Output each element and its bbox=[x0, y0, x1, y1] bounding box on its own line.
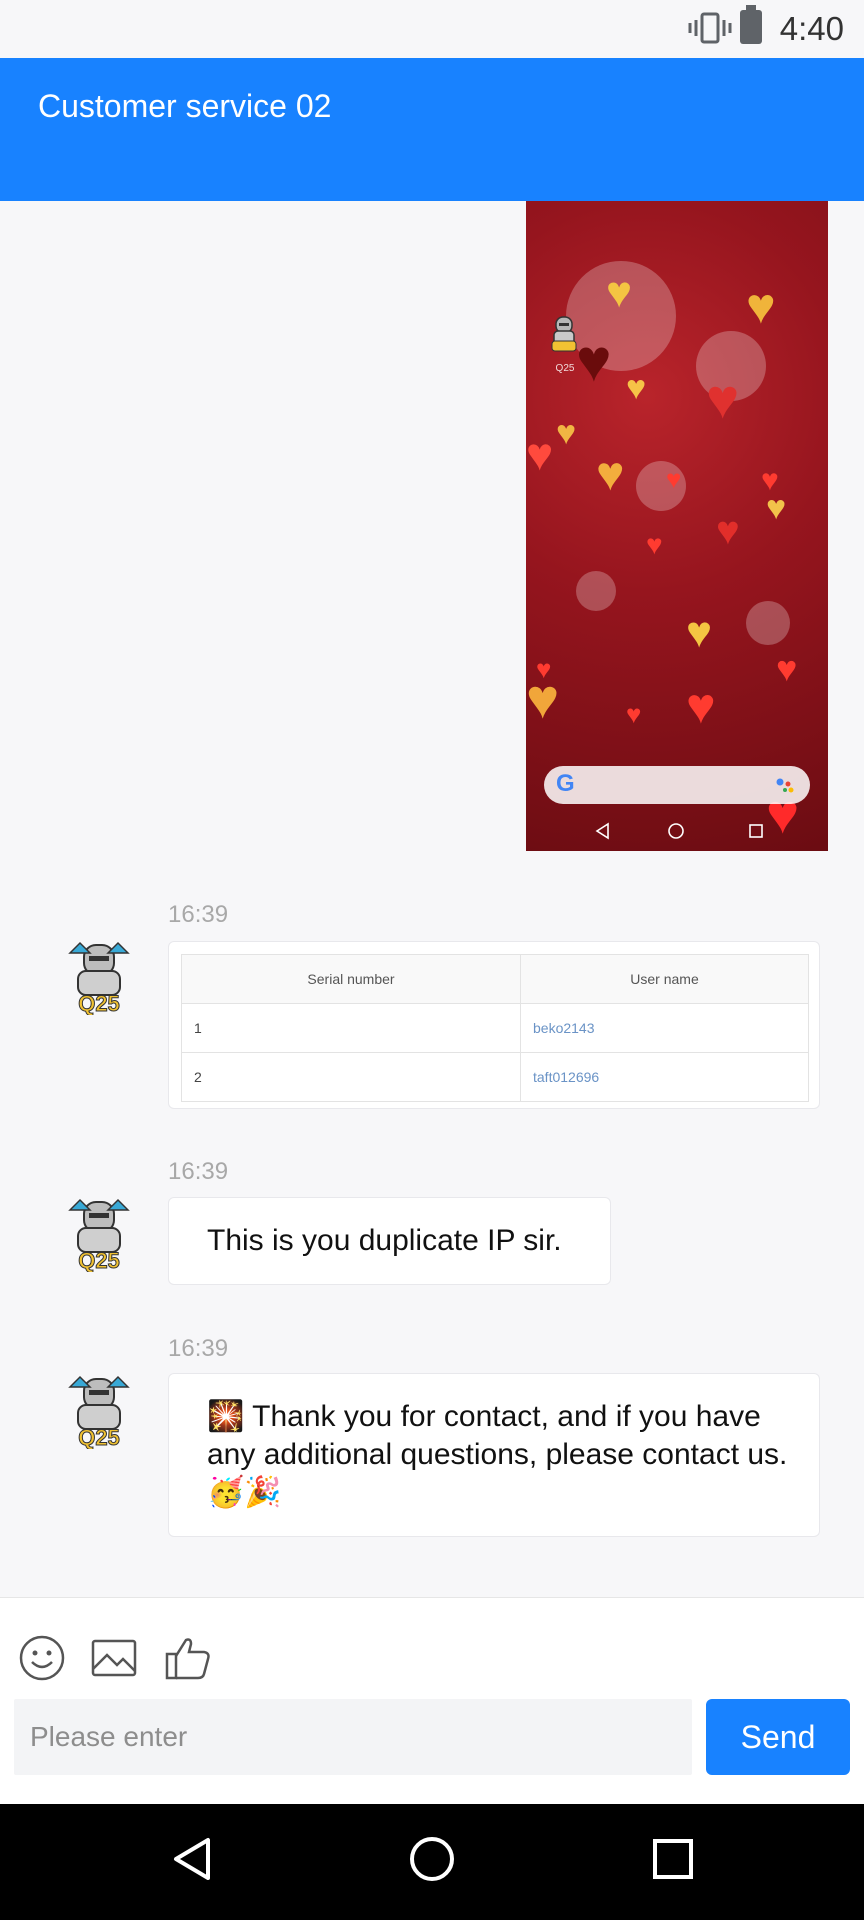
back-icon bbox=[595, 822, 609, 840]
heart-icon: ♥ bbox=[626, 699, 642, 729]
message-composer: Send bbox=[0, 1597, 864, 1804]
emoji-icon[interactable] bbox=[18, 1634, 66, 1682]
screenshot-nav-bar bbox=[595, 822, 763, 840]
svg-text:Q25: Q25 bbox=[78, 1425, 120, 1449]
vibrate-icon bbox=[688, 12, 732, 44]
back-icon[interactable] bbox=[168, 1834, 218, 1884]
username-cell: taft012696 bbox=[520, 1052, 809, 1102]
heart-icon: ♥ bbox=[746, 278, 776, 334]
heart-icon: ♥ bbox=[526, 428, 554, 480]
username-cell: beko2143 bbox=[520, 1003, 809, 1053]
recents-icon[interactable] bbox=[648, 1834, 698, 1884]
google-search-bar: G bbox=[544, 766, 810, 804]
heart-icon: ♥ bbox=[556, 414, 577, 452]
svg-text:Q25: Q25 bbox=[78, 991, 120, 1015]
recents-icon bbox=[749, 824, 763, 838]
google-assistant-icon bbox=[776, 778, 794, 793]
page-title: Customer service 02 bbox=[38, 88, 332, 124]
q25-app-icon[interactable] bbox=[546, 313, 582, 353]
table-header-row: Serial number User name bbox=[181, 954, 809, 1004]
heart-icon: ♥ bbox=[626, 369, 647, 407]
heart-icon: ♥ bbox=[766, 489, 787, 527]
agent-avatar: Q25 bbox=[68, 1198, 130, 1272]
chat-history[interactable]: ♥ ♥ ♥ ♥ ♥ ♥ ♥ ♥ ♥ ♥ ♥ ♥ ♥ ♥ ♥ ♥ ♥ ♥ ♥ ♥ … bbox=[0, 201, 864, 1597]
heart-icon: ♥ bbox=[666, 464, 682, 494]
message-text: 🎇 Thank you for contact, and if you have… bbox=[207, 1400, 788, 1509]
message-timestamp: 16:39 bbox=[168, 1158, 229, 1185]
send-button[interactable]: Send bbox=[706, 1699, 850, 1775]
heart-icon: ♥ bbox=[706, 367, 740, 430]
table-row: 1 beko2143 bbox=[181, 1003, 809, 1053]
serial-cell: 2 bbox=[181, 1052, 521, 1102]
svg-text:Q25: Q25 bbox=[78, 1248, 120, 1272]
column-header: User name bbox=[520, 954, 809, 1004]
heart-icon: ♥ bbox=[646, 529, 663, 560]
home-icon[interactable] bbox=[407, 1834, 457, 1884]
heart-icon: ♥ bbox=[526, 667, 560, 730]
google-icon: G bbox=[556, 770, 575, 797]
bokeh-light bbox=[746, 601, 790, 645]
screenshot-image-message[interactable]: ♥ ♥ ♥ ♥ ♥ ♥ ♥ ♥ ♥ ♥ ♥ ♥ ♥ ♥ ♥ ♥ ♥ ♥ ♥ ♥ … bbox=[526, 201, 828, 851]
heart-icon: ♥ bbox=[776, 648, 798, 689]
table-row: 2 taft012696 bbox=[181, 1052, 809, 1102]
serial-cell: 1 bbox=[181, 1003, 521, 1053]
heart-icon: ♥ bbox=[716, 509, 740, 553]
heart-icon: ♥ bbox=[686, 678, 716, 734]
status-bar: 4:40 bbox=[0, 0, 864, 58]
message-timestamp: 16:39 bbox=[168, 901, 229, 928]
image-icon[interactable] bbox=[90, 1634, 138, 1682]
bokeh-light bbox=[576, 571, 616, 611]
system-nav-bar bbox=[0, 1804, 864, 1920]
app-label: Q25 bbox=[555, 363, 575, 374]
message-bubble: This is you duplicate IP sir. bbox=[168, 1197, 611, 1285]
message-timestamp: 16:39 bbox=[168, 1335, 229, 1362]
message-text: This is you duplicate IP sir. bbox=[207, 1224, 562, 1257]
agent-avatar: Q25 bbox=[68, 941, 130, 1015]
home-icon bbox=[668, 823, 684, 839]
heart-icon: ♥ bbox=[596, 448, 625, 501]
chat-header: Customer service 02 bbox=[0, 58, 864, 201]
table-message-bubble: Serial number User name 1 beko2143 2 taf… bbox=[168, 941, 820, 1109]
battery-icon bbox=[740, 5, 762, 44]
heart-icon: ♥ bbox=[606, 268, 633, 317]
like-icon[interactable] bbox=[164, 1634, 212, 1682]
status-time: 4:40 bbox=[779, 10, 844, 47]
user-table: Serial number User name 1 beko2143 2 taf… bbox=[181, 954, 809, 1102]
column-header: Serial number bbox=[181, 954, 521, 1004]
heart-icon: ♥ bbox=[686, 608, 713, 657]
message-input[interactable] bbox=[14, 1699, 692, 1775]
message-bubble: 🎇 Thank you for contact, and if you have… bbox=[168, 1373, 820, 1537]
agent-avatar: Q25 bbox=[68, 1375, 130, 1449]
